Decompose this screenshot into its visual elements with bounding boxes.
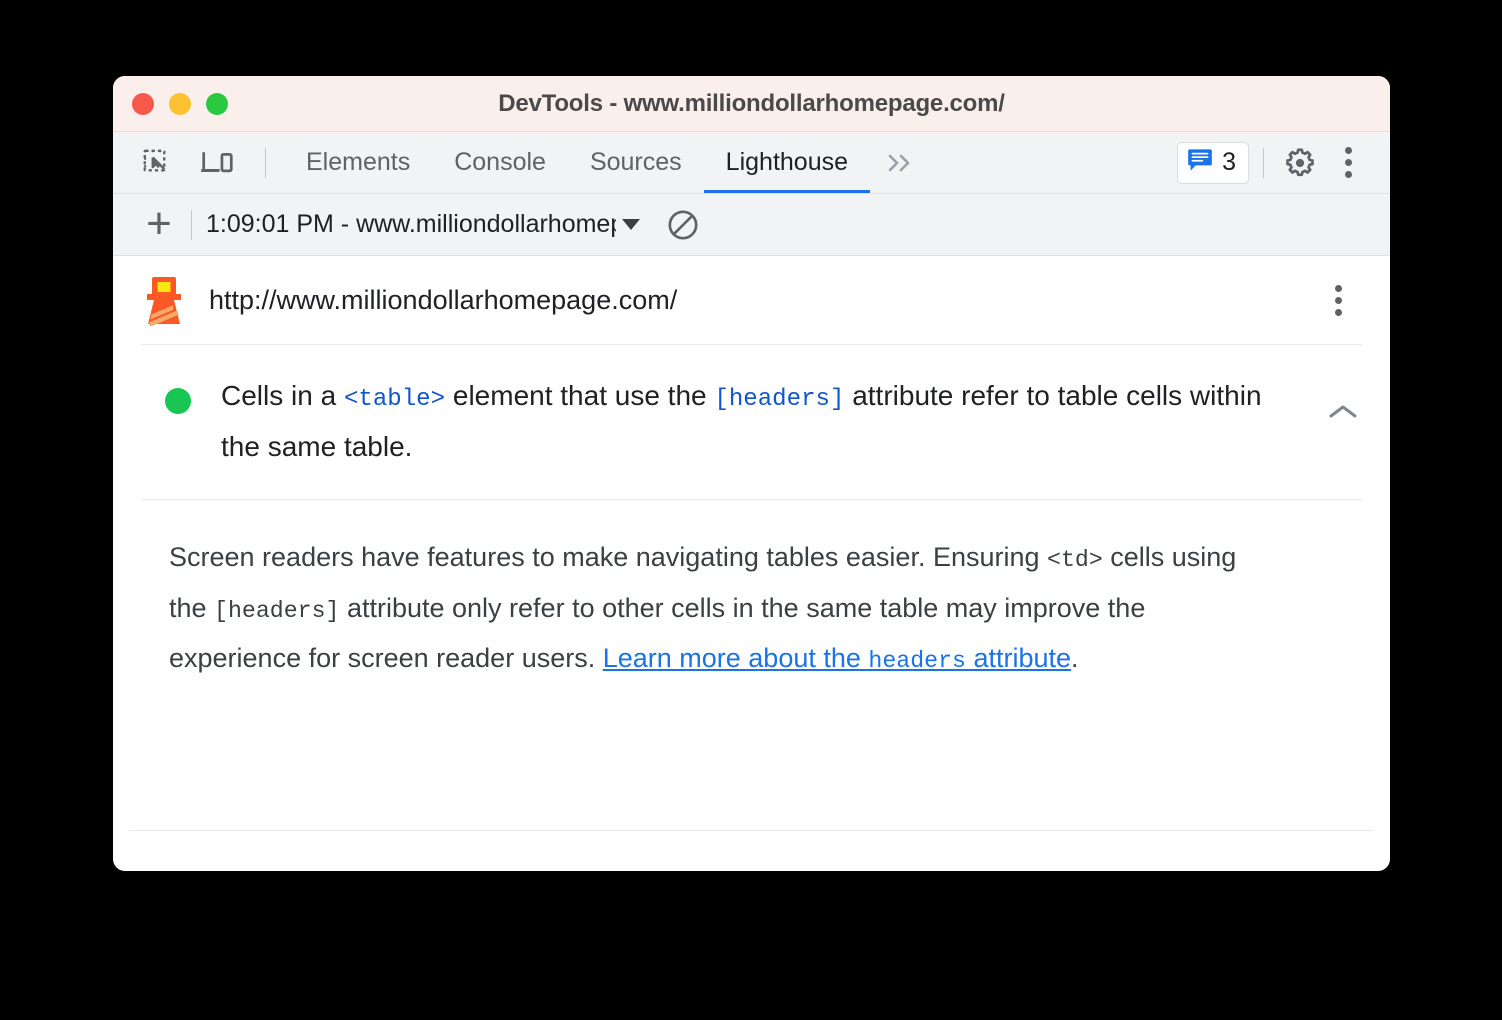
tabbar-divider <box>265 147 266 178</box>
issues-count: 3 <box>1222 148 1236 176</box>
tab-label: Lighthouse <box>725 148 848 176</box>
devtools-window: DevTools - www.milliondollarhomepage.com… <box>113 76 1390 871</box>
link-text-pre: Learn more about the <box>602 643 869 674</box>
more-tabs-icon[interactable] <box>870 132 932 193</box>
desc-text-4: . <box>1071 643 1079 674</box>
window-titlebar: DevTools - www.milliondollarhomepage.com… <box>113 76 1390 132</box>
tab-label: Elements <box>306 148 411 176</box>
runbar-divider <box>191 209 192 240</box>
issues-message-icon <box>1187 148 1213 177</box>
link-text-post: attribute <box>965 643 1072 674</box>
tab-console[interactable]: Console <box>432 132 568 193</box>
lighthouse-icon <box>141 274 187 327</box>
window-controls <box>113 92 228 115</box>
lighthouse-runbar: + 1:09:01 PM - www.milliondollarhomepage… <box>113 194 1390 256</box>
tab-lighthouse[interactable]: Lighthouse <box>703 132 871 193</box>
gear-icon[interactable] <box>1278 141 1322 185</box>
report-selector[interactable]: 1:09:01 PM - www.milliondollarhomepage.c… <box>206 210 640 239</box>
desc-code-headers: [headers] <box>214 597 340 624</box>
inspect-element-icon[interactable] <box>135 141 179 185</box>
chevron-up-icon[interactable] <box>1326 401 1360 428</box>
tab-elements[interactable]: Elements <box>284 132 432 193</box>
audit-description: Screen readers have features to make nav… <box>113 500 1303 744</box>
report-menu-dots <box>1334 284 1342 316</box>
audit-bottom-divider <box>129 830 1374 832</box>
report-url-header: http://www.milliondollarhomepage.com/ <box>113 256 1390 344</box>
audit-bottom-spacer <box>113 744 1390 830</box>
tab-label: Sources <box>589 148 682 176</box>
audit-title: Cells in a <table> element that use the … <box>221 371 1271 473</box>
learn-more-link[interactable]: Learn more about the headers attribute <box>602 643 1072 675</box>
clear-all-icon[interactable] <box>666 208 700 242</box>
report-selector-label: 1:09:01 PM - www.milliondollarhomepage.c… <box>206 210 616 238</box>
audit-header-row[interactable]: Cells in a <table> element that use the … <box>113 345 1390 499</box>
issues-badge[interactable]: 3 <box>1177 141 1249 184</box>
audit-title-text-1: Cells in a <box>221 380 344 411</box>
audit-title-code-headers: [headers] <box>714 386 845 413</box>
status-badge <box>165 388 191 414</box>
main-menu-dots <box>1344 147 1352 178</box>
chevron-down-icon <box>622 219 640 230</box>
plus-icon[interactable]: + <box>137 202 181 246</box>
link-code-headers: headers <box>868 648 966 675</box>
audit-title-code-table: <table> <box>343 386 446 413</box>
audit-detail-panel: Cells in a <table> element that use the … <box>113 344 1390 832</box>
tab-sources[interactable]: Sources <box>568 132 704 193</box>
report-url: http://www.milliondollarhomepage.com/ <box>209 284 678 315</box>
minimize-button[interactable] <box>169 92 191 115</box>
device-toolbar-icon[interactable] <box>195 141 239 185</box>
audit-title-text-2: element that use the <box>445 380 715 411</box>
desc-code-td: <td> <box>1047 546 1103 573</box>
tab-label: Console <box>454 148 546 176</box>
window-title: DevTools - www.milliondollarhomepage.com… <box>498 89 1005 117</box>
tabbar-right-tools: 3 <box>1177 132 1390 193</box>
close-button[interactable] <box>132 92 154 115</box>
devtools-tabbar: Elements Console Sources Lighthouse 3 <box>113 132 1390 194</box>
panel-tabs: Elements Console Sources Lighthouse <box>284 132 871 193</box>
report-menu-icon[interactable] <box>1316 278 1360 322</box>
maximize-button[interactable] <box>206 92 228 115</box>
tabbar-left-tools <box>113 132 276 193</box>
desc-text-1: Screen readers have features to make nav… <box>169 541 1048 572</box>
right-tools-divider <box>1263 147 1264 178</box>
more-vertical-icon[interactable] <box>1326 141 1370 185</box>
